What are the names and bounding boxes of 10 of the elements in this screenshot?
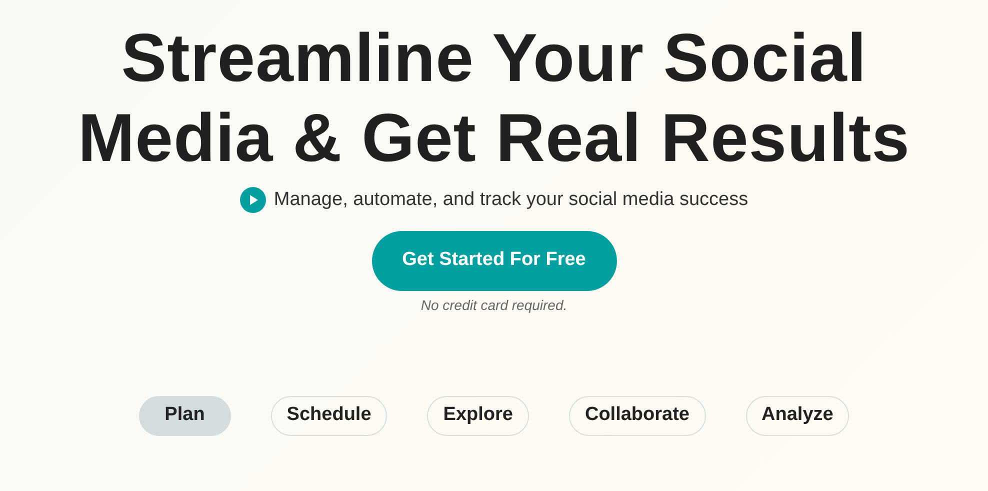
feature-tab[interactable]: Analyze	[746, 396, 850, 436]
headline: Media & Get Real Results	[78, 99, 910, 178]
feature-tab[interactable]: Explore	[427, 396, 529, 436]
play-icon	[240, 187, 266, 214]
headline: Streamline Your Social	[120, 19, 868, 98]
feature-tab[interactable]: Plan	[138, 396, 231, 436]
subtitle: Manage, automate, and track your social media success	[274, 188, 748, 212]
note-text: No credit card required.	[420, 296, 568, 315]
feature-tab[interactable]: Collaborate	[568, 396, 706, 436]
feature-tab[interactable]: Schedule	[270, 396, 388, 436]
